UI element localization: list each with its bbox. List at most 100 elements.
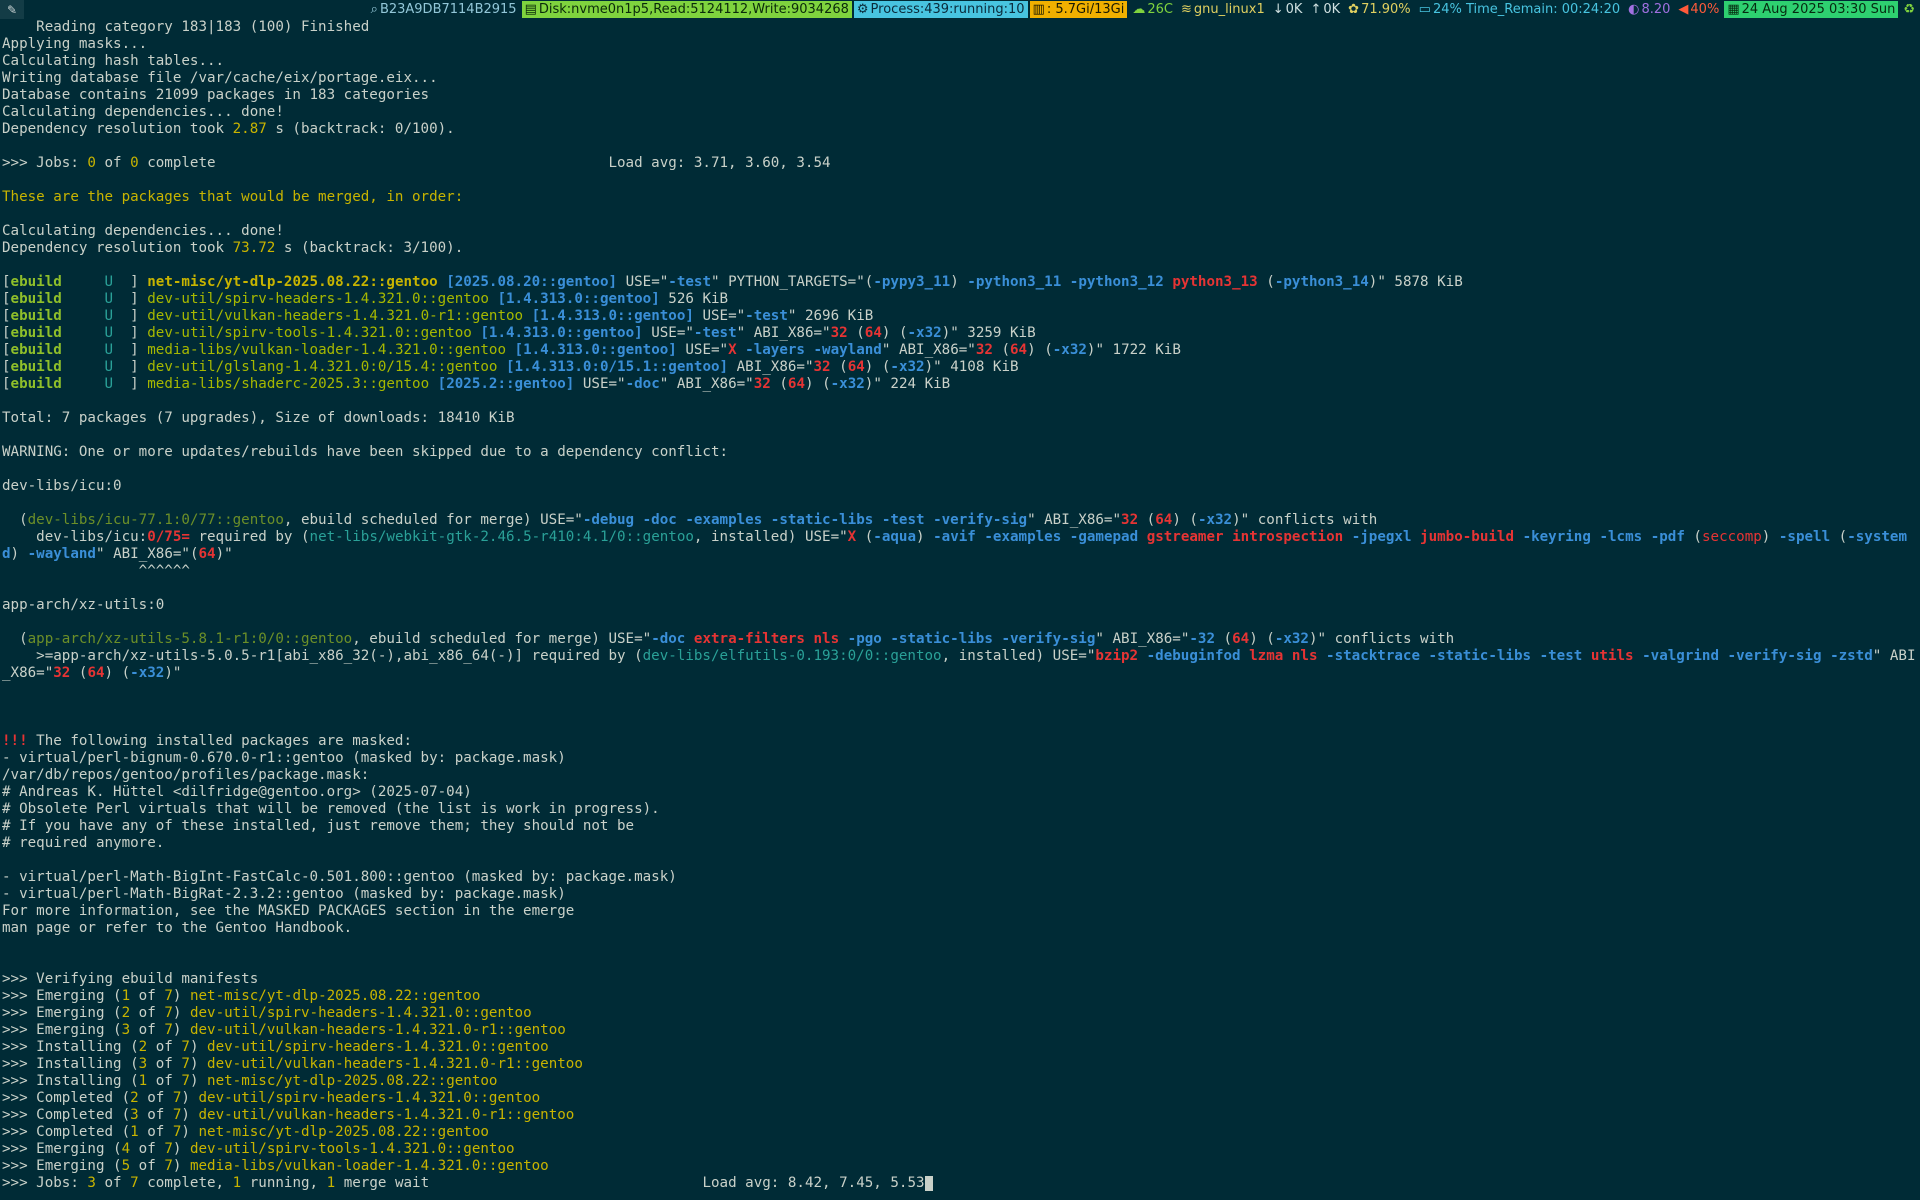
terminal-text: U (104, 376, 114, 392)
terminal-text: ebuild (10, 325, 62, 341)
terminal-text: dev-util/vulkan-headers-1.4.321.0-r1::ge… (207, 1056, 583, 1072)
terminal-text: ) ( (1027, 342, 1053, 358)
terminal-text: The following installed packages are mas… (27, 733, 412, 749)
terminal-text: 32 (975, 342, 993, 358)
terminal-text: >>> Emerging ( (2, 1005, 122, 1021)
terminal-text: dev-libs/icu-77.1:0/77::gentoo (27, 512, 284, 528)
terminal-text: -examples (984, 529, 1062, 545)
terminal-text: >>> Emerging ( (2, 1158, 122, 1174)
terminal-text: >>> Verifying ebuild manifests (2, 971, 259, 987)
workspace-tag-3[interactable]: ✎ (0, 0, 25, 19)
terminal-text: utils (1590, 648, 1634, 664)
terminal-text: -static-libs (770, 512, 874, 528)
terminal-text: -python3_12 (1069, 274, 1164, 290)
brightness-icon: ◐ (1628, 2, 1640, 17)
terminal-text: ) (172, 1141, 190, 1157)
terminal-text: ( (2, 512, 28, 528)
status-battery-text: 24% Time_Remain: 00:24:20 (1432, 2, 1621, 17)
terminal-text: [ (2, 325, 11, 341)
terminal-line: # Andreas K. Hüttel <dilfridge@gentoo.or… (2, 784, 1918, 801)
terminal-text: ) (189, 1073, 208, 1089)
terminal-text: net-libs/webkit-gtk-2.46.5-r410:4.1/0::g… (309, 529, 694, 545)
terminal-text: of (138, 1107, 173, 1123)
terminal-text: USE=" (574, 376, 626, 392)
terminal-text: -doc (642, 512, 677, 528)
terminal-text: of (130, 1005, 165, 1021)
terminal-text: dev-libs/icu: (2, 529, 148, 545)
terminal-text: [1.4.313.0:0/15.1::gentoo] (506, 359, 729, 375)
terminal-text: U (104, 291, 114, 307)
terminal-text: python3_13 (1172, 274, 1258, 290)
terminal-text: seccomp (1701, 529, 1762, 545)
terminal-line: These are the packages that would be mer… (2, 189, 1918, 206)
workspace-tags: >_◉✎♨✖ (0, 0, 26, 19)
terminal-text: Dependency resolution took (2, 240, 233, 256)
terminal-text: -wayland (813, 342, 882, 358)
terminal-text: dev-util/vulkan-headers-1.4.321.0-r1::ge… (198, 1107, 575, 1123)
terminal-text: -python3_14 (1274, 274, 1369, 290)
terminal-text: ) ( (104, 665, 131, 681)
terminal-text: 2 (121, 1005, 131, 1021)
terminal-text: X (728, 342, 737, 358)
terminal-text: ebuild (10, 376, 62, 392)
terminal-text: -x32 (830, 376, 865, 392)
status-wifi: ≋ gnu_linux1 (1177, 1, 1268, 18)
terminal-text: -verify-sig (933, 512, 1028, 528)
terminal-text: 64 (787, 376, 805, 392)
terminal-text: 3 (121, 1022, 131, 1038)
terminal-output[interactable]: Reading category 183|183 (100) Finished A… (2, 19, 1918, 1199)
status-disk-text: Disk:nvme0n1p5,Read:5124112,Write:903426… (538, 2, 849, 17)
terminal-text: [ (2, 308, 11, 324)
terminal-text: X (847, 529, 857, 545)
terminal-line: # Obsolete Perl virtuals that will be re… (2, 801, 1918, 818)
terminal-text: " ABI_X86=" (1095, 631, 1190, 647)
terminal-text: -stacktrace (1326, 648, 1420, 664)
terminal-text: # Andreas K. Hüttel <dilfridge@gentoo.or… (2, 784, 472, 800)
status-datetime: ▦ 24 Aug 2025 03:30 Sun (1724, 1, 1899, 18)
terminal-text: ) (916, 529, 934, 545)
terminal-line: - virtual/perl-Math-BigRat-2.3.2::gentoo… (2, 886, 1918, 903)
terminal-text: 1 (130, 1124, 139, 1140)
terminal-text: bzip2 (1095, 648, 1139, 664)
terminal-text: WARNING: One or more updates/rebuilds ha… (2, 444, 729, 460)
terminal-text: 1 (121, 988, 131, 1004)
terminal-text: 64 (847, 359, 865, 375)
terminal-line: [ebuild U ] media-libs/shaderc-2025.3::g… (2, 376, 1918, 393)
terminal-text: [ (2, 291, 11, 307)
terminal-line: Calculating hash tables... (2, 53, 1918, 70)
terminal-line: Dependency resolution took 73.72 s (back… (2, 240, 1918, 257)
status-battery: ▭ 24% Time_Remain: 00:24:20 (1415, 1, 1624, 18)
terminal-text: nls (1291, 648, 1318, 664)
terminal-text: " ABI_X86=" (881, 342, 976, 358)
terminal-line: >>> Completed (2 of 7) dev-util/spirv-he… (2, 1090, 1918, 1107)
terminal-text: -layers (745, 342, 805, 358)
terminal-line: Applying masks... (2, 36, 1918, 53)
terminal-text: of (95, 155, 131, 171)
terminal-text: s (backtrack: 3/100). (275, 240, 464, 256)
terminal-text: , ebuild scheduled for merge) USE=" (352, 631, 652, 647)
terminal-text: [2025.2::gentoo] (437, 376, 575, 392)
terminal-text: -x32 (907, 325, 942, 341)
terminal-text: net-misc/yt-dlp-2025.08.22::gentoo (207, 1073, 498, 1089)
terminal-text: ( (1257, 274, 1275, 290)
terminal-text: >>> Installing ( (2, 1056, 139, 1072)
terminal-text: /var/db/repos/gentoo/profiles/package.ma… (2, 767, 370, 783)
terminal-text: ( (1684, 529, 1702, 545)
terminal-line: - virtual/perl-bignum-0.670.0-r1::gentoo… (2, 750, 1918, 767)
terminal-text: ABI_X86=" (728, 359, 814, 375)
